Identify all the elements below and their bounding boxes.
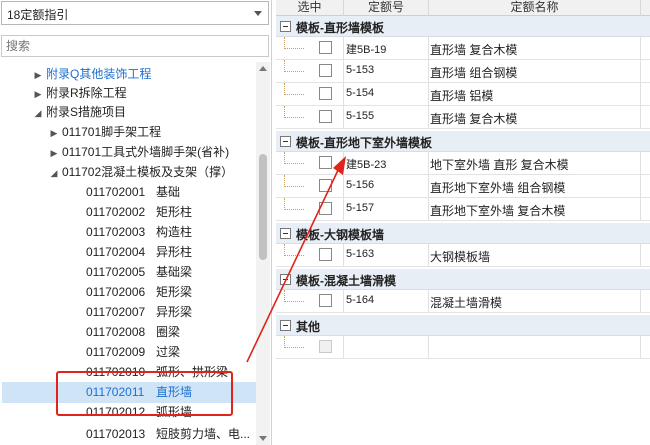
annotation-arrow [246,156,346,363]
